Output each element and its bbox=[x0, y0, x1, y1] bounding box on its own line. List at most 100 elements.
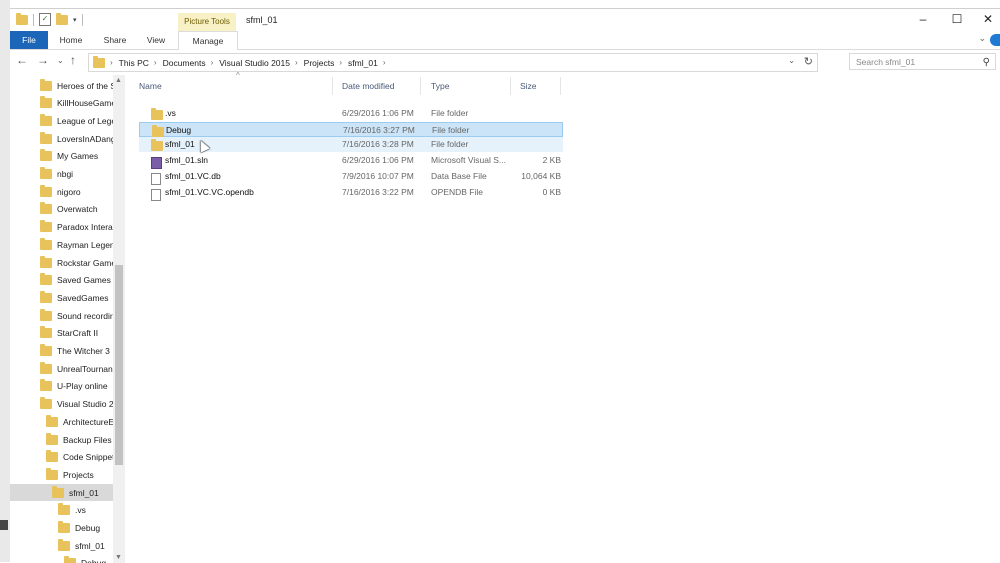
tab-share[interactable]: Share bbox=[100, 31, 130, 49]
nav-item-label: Paradox Interac bbox=[57, 222, 118, 233]
tab-file[interactable]: File bbox=[10, 31, 48, 49]
address-bar[interactable]: › This PC › Documents › Visual Studio 20… bbox=[88, 53, 818, 72]
column-header-date-modified[interactable]: Date modified bbox=[342, 81, 394, 91]
breadcrumb-sfml-01[interactable]: sfml_01 bbox=[348, 58, 378, 68]
breadcrumb-visual-studio[interactable]: Visual Studio 2015 bbox=[219, 58, 290, 68]
chevron-right-icon[interactable]: › bbox=[154, 58, 157, 67]
tab-home[interactable]: Home bbox=[56, 31, 86, 49]
properties-icon[interactable]: ✓ bbox=[39, 13, 51, 26]
chevron-right-icon[interactable]: › bbox=[110, 58, 113, 67]
file-size: 10,064 KB bbox=[521, 170, 561, 181]
scroll-down-icon[interactable]: ▼ bbox=[115, 554, 122, 561]
nav-item[interactable]: U-Play online bbox=[10, 378, 125, 395]
nav-item[interactable]: sfml_01 bbox=[10, 537, 125, 554]
breadcrumb-this-pc[interactable]: This PC bbox=[119, 58, 149, 68]
folder-icon bbox=[40, 344, 52, 356]
navigation-pane: Debug sfml_01 Debug .vs sfml_01 Projects Code … bbox=[10, 75, 125, 563]
close-button[interactable]: ✕ bbox=[973, 12, 1000, 26]
nav-item-label: ArchitectureE bbox=[63, 416, 115, 427]
refresh-icon[interactable]: ↻ bbox=[804, 55, 813, 68]
nav-item[interactable]: UnrealTournan bbox=[10, 360, 125, 377]
file-row[interactable]: sfml_01.sln 6/29/2016 1:06 PM Microsoft Vi… bbox=[139, 153, 563, 170]
address-dropdown-icon[interactable]: ⌄ bbox=[788, 56, 795, 65]
nav-item[interactable]: The Witcher 3 bbox=[10, 343, 125, 360]
nav-item[interactable]: ArchitectureE bbox=[10, 413, 125, 430]
nav-item[interactable]: Paradox Interac bbox=[10, 219, 125, 236]
column-header-size[interactable]: Size bbox=[520, 81, 537, 91]
folder-icon bbox=[40, 220, 52, 233]
file-row[interactable]: sfml_01.VC.VC.opendb 7/16/2016 3:22 PM OPE… bbox=[139, 185, 563, 201]
file-name: sfml_01.sln bbox=[165, 155, 208, 166]
folder-icon bbox=[64, 556, 76, 563]
tab-view[interactable]: View bbox=[142, 31, 170, 49]
column-divider[interactable] bbox=[560, 77, 561, 95]
file-row[interactable]: .vs 6/29/2016 1:06 PM File folder bbox=[139, 106, 563, 121]
tab-manage[interactable]: Manage bbox=[178, 31, 238, 50]
column-divider[interactable] bbox=[510, 77, 511, 95]
chevron-right-icon[interactable]: › bbox=[211, 58, 214, 67]
file-date-modified: 6/29/2016 1:06 PM bbox=[342, 155, 414, 166]
nav-item-label: Sound recordir bbox=[57, 310, 113, 321]
nav-item[interactable]: SavedGames bbox=[10, 289, 125, 306]
folder-icon bbox=[40, 397, 52, 410]
folder-icon bbox=[40, 361, 52, 374]
nav-item[interactable]: Projects bbox=[10, 466, 125, 483]
recent-locations-icon[interactable]: ⌄ bbox=[57, 56, 64, 65]
column-header-name[interactable]: Name bbox=[139, 81, 162, 91]
nav-item[interactable]: Rayman Legen bbox=[10, 236, 125, 253]
help-icon[interactable] bbox=[990, 34, 1000, 46]
nav-item-label: Projects bbox=[63, 469, 94, 480]
file-type: Microsoft Visual S... bbox=[431, 155, 506, 166]
column-header-type[interactable]: Type bbox=[431, 81, 449, 91]
file-row[interactable]: Debug 7/16/2016 3:27 PM File folder bbox=[139, 121, 563, 137]
back-arrow-icon[interactable]: ← bbox=[16, 53, 28, 67]
nav-item[interactable]: Overwatch bbox=[10, 201, 125, 218]
file-row[interactable]: sfml_01.VC.db 7/9/2016 10:07 PM Data Base … bbox=[139, 169, 563, 185]
chevron-right-icon[interactable]: › bbox=[339, 58, 342, 67]
breadcrumb-documents[interactable]: Documents bbox=[163, 58, 206, 68]
folder-icon bbox=[40, 78, 52, 91]
nav-item[interactable]: KillHouseGame bbox=[10, 95, 125, 112]
column-divider[interactable] bbox=[420, 77, 421, 95]
chevron-right-icon[interactable]: › bbox=[383, 58, 386, 67]
nav-item[interactable]: Heroes of the S bbox=[10, 77, 125, 94]
folder-icon bbox=[40, 202, 52, 215]
nav-item[interactable]: My Games bbox=[10, 148, 125, 165]
toolbar-separator bbox=[81, 13, 83, 26]
nav-item[interactable]: nigoro bbox=[10, 183, 125, 200]
nav-item-label: Heroes of the S bbox=[57, 80, 117, 91]
nav-item[interactable]: Rockstar Game bbox=[10, 254, 125, 271]
folder-icon[interactable] bbox=[16, 12, 28, 25]
customize-toolbar-icon[interactable]: ▾ bbox=[73, 16, 77, 24]
chevron-right-icon[interactable]: › bbox=[295, 58, 298, 67]
nav-item[interactable]: LoversInADang bbox=[10, 130, 125, 147]
nav-item-label: My Games bbox=[57, 151, 99, 162]
breadcrumb-projects[interactable]: Projects bbox=[304, 58, 335, 68]
nav-item[interactable]: Code Snippet bbox=[10, 449, 125, 466]
nav-item[interactable]: Saved Games bbox=[10, 272, 125, 289]
column-divider[interactable] bbox=[332, 77, 333, 95]
nav-item[interactable]: Visual Studio 2( bbox=[10, 396, 125, 413]
search-icon[interactable]: ⚲ bbox=[983, 54, 990, 71]
nav-item[interactable]: StarCraft II bbox=[10, 325, 125, 342]
nav-item[interactable]: Sound recordir bbox=[10, 307, 125, 324]
up-arrow-icon[interactable]: ↑ bbox=[70, 53, 76, 67]
folder-icon bbox=[40, 149, 52, 162]
scroll-up-icon[interactable]: ▲ bbox=[115, 77, 122, 84]
nav-item[interactable]: League of Lege bbox=[10, 112, 125, 129]
minimize-button[interactable]: – bbox=[908, 12, 938, 26]
maximize-button[interactable]: ☐ bbox=[942, 12, 972, 26]
nav-item-label: Overwatch bbox=[57, 204, 98, 215]
quick-access-toolbar: ✓ ▾ bbox=[16, 12, 83, 26]
navigation-scrollbar[interactable]: ▲ ▼ bbox=[113, 75, 125, 563]
nav-item[interactable]: Backup Files bbox=[10, 431, 125, 448]
ribbon-collapse-icon[interactable]: ⌄ bbox=[978, 33, 986, 44]
search-input[interactable]: Search sfml_01 ⚲ bbox=[849, 53, 996, 70]
nav-item[interactable]: sfml_01 bbox=[10, 484, 125, 502]
nav-item[interactable]: nbgi bbox=[10, 166, 125, 183]
nav-item[interactable]: .vs bbox=[10, 502, 125, 519]
forward-arrow-icon[interactable]: → bbox=[37, 53, 49, 67]
new-folder-icon[interactable] bbox=[56, 12, 68, 25]
scrollbar-thumb[interactable] bbox=[115, 265, 123, 465]
nav-item[interactable]: Debug bbox=[10, 520, 125, 537]
